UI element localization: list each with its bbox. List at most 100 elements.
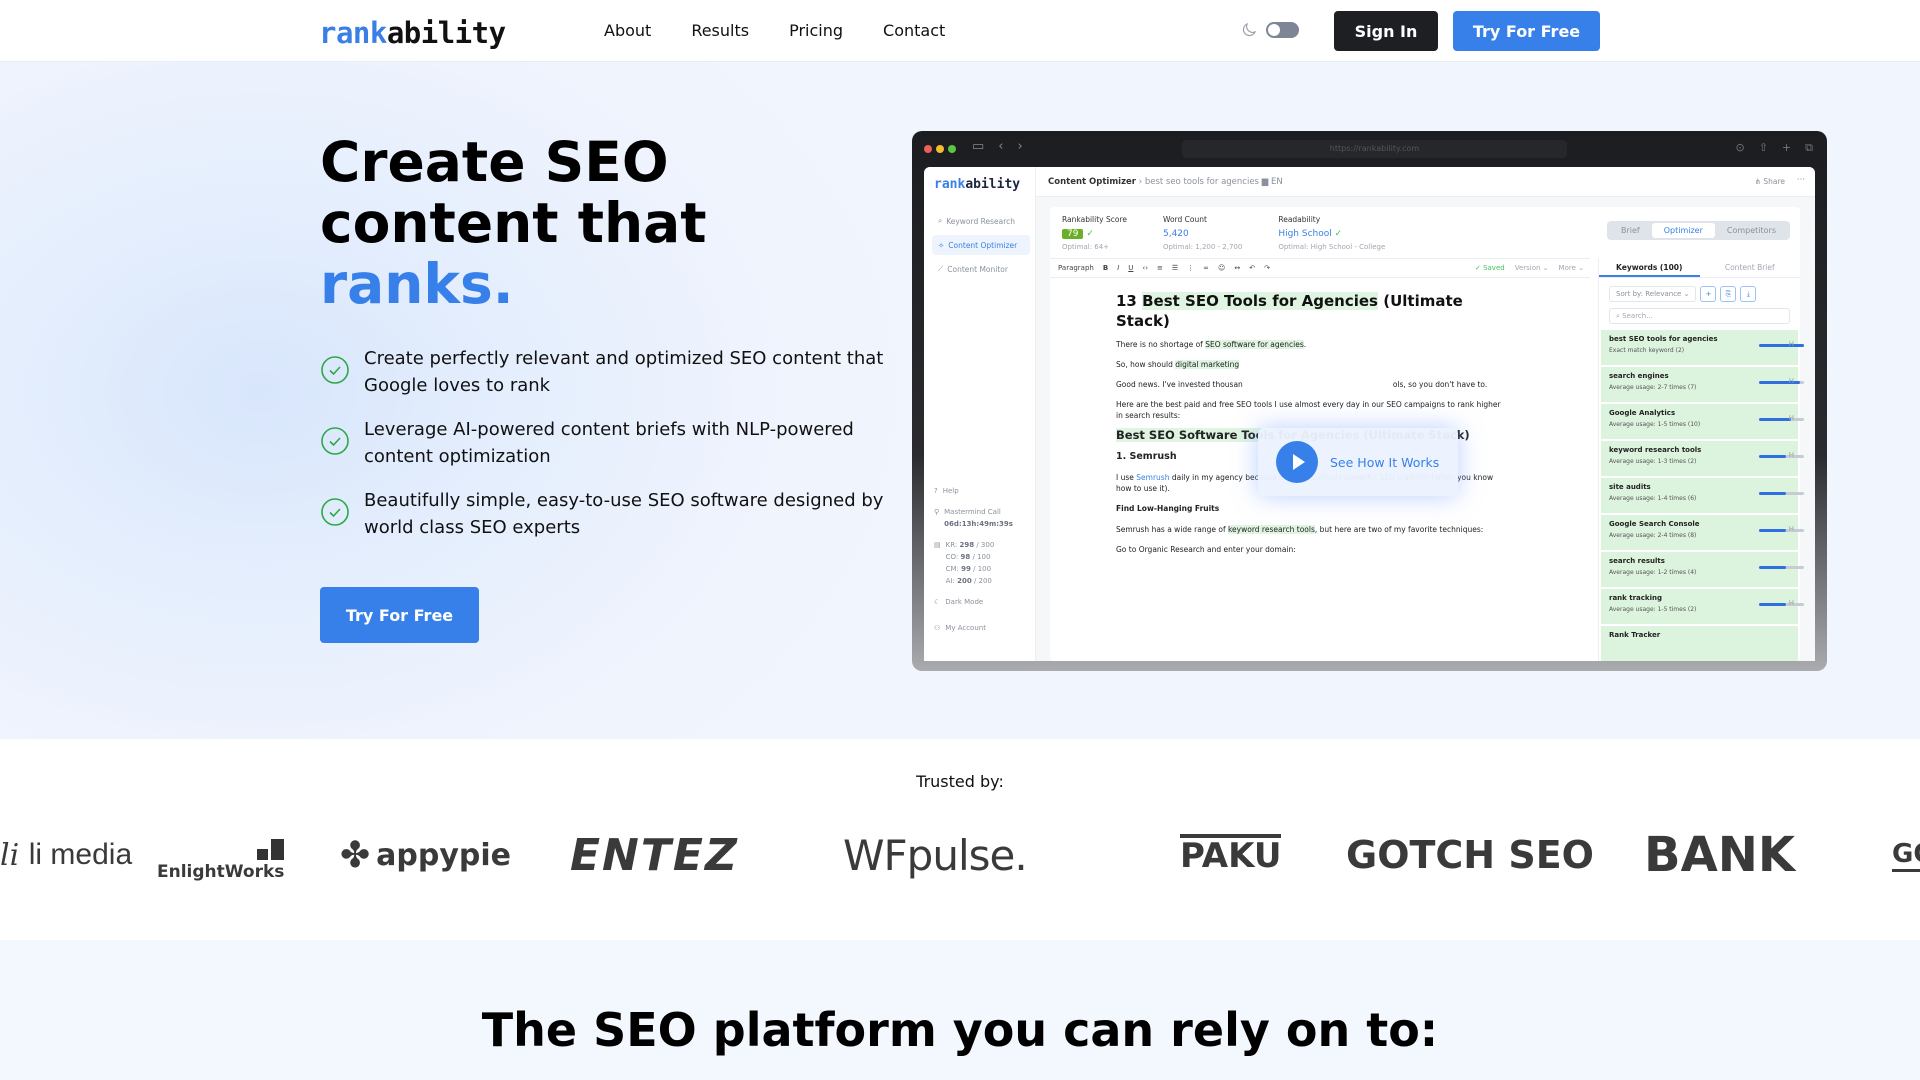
metric-label: Readability [1278,215,1321,224]
credit-used: 298 [959,541,975,549]
chart-icon: ⟋ [938,264,944,273]
metric-score: Rankability Score 79 ✓ Optimal: 64+ [1062,215,1127,251]
mock-keyword-panel: Keywords (100) Content Brief Sort by: Re… [1598,258,1804,661]
mock-sidebar-bottom: ? Help ⚲ Mastermind Call 06d:13h:49m:39s ▤ … [934,485,1013,643]
sidebar-icon: ▭ [972,139,985,154]
link-icon: ∞ [1203,264,1210,272]
mock-mode-segments: Brief Optimizer Competitors [1606,221,1790,240]
metric-optimal: Optimal: 1,200 - 2,700 [1162,243,1243,251]
doc-paragraph: Good news. I've invested thousan ols, so … [1116,379,1506,390]
keyword-usage-fill [1759,492,1786,495]
metric-label: Rankability Score [1062,215,1127,224]
mock-help: ? Help [934,485,1013,497]
panel-controls: Sort by: Relevance ⌄ + ⎘ ⤓ [1599,278,1800,306]
nav-links: About Results Pricing Contact [604,21,945,40]
doc-text: Semrush has a wide range of [1116,525,1228,534]
doc-text: I use [1116,473,1137,482]
doc-highlight: digital marketing [1175,360,1240,369]
logo-appypie: ✤ appypie [340,820,511,890]
mock-sidebar: rankability ⌕ Keyword Research ✧ Content O… [924,167,1036,661]
credit-row: CO: 98 / 100 [946,553,991,561]
check-circle-icon [321,498,349,526]
try-for-free-hero-button[interactable]: Try For Free [320,587,479,643]
mock-dark-mode-label: Dark Mode [945,598,984,606]
feature-item: Leverage AI-powered content briefs with … [320,416,900,470]
keyword-heading-flag: H [1788,414,1794,422]
trusted-by-label: Trusted by: [916,772,1004,791]
check-circle-icon [321,356,349,384]
play-icon[interactable] [1276,441,1318,483]
credit-used: 200 [957,577,972,585]
hero-title-line1: Create SEO [320,130,669,194]
nav-link-results[interactable]: Results [691,21,749,40]
keyword-row: best SEO tools for agencies Exact match k… [1601,330,1804,365]
logo-li-media: li li media [0,837,133,873]
new-tab-icon: + [1781,141,1792,154]
doc-paragraph: Semrush has a wide range of keyword rese… [1116,524,1506,535]
hero-title-line2: content that [320,191,707,255]
platform-section: The SEO platform you can rely on to: [0,940,1920,1080]
doc-text: , but here are two of my favorite techni… [1314,525,1484,534]
see-how-it-works-label[interactable]: See How It Works [1330,455,1439,470]
keyword-heading-flag: H [1788,340,1794,348]
copy-icon: ⎘ [1720,286,1737,302]
mock-share-label: Share [1763,177,1785,186]
try-for-free-nav-button[interactable]: Try For Free [1453,11,1600,51]
logo-text: appypie [376,837,512,873]
doc-title-highlight: Best SEO Tools for Agencies [1142,292,1378,310]
keyword-usage-bar [1759,455,1804,458]
dark-mode-switch[interactable] [1266,22,1299,38]
keyword-term: rank tracking [1609,594,1662,602]
mock-metrics: Rankability Score 79 ✓ Optimal: 64+ Word… [1062,215,1385,251]
more-icon: ··· [1796,175,1805,185]
keyword-usage-fill [1759,344,1804,347]
doc-text: ols, so you don't have to. [1392,380,1488,389]
add-icon: + [1700,286,1717,302]
keyword-usage: Average usage: 2-7 times (7) [1609,384,1697,391]
keyword-term: best SEO tools for agencies [1609,335,1718,343]
keyword-usage-fill [1759,455,1786,458]
sign-in-button[interactable]: Sign In [1334,11,1438,51]
maximize-dot-icon [948,145,956,153]
mock-lang: EN [1270,177,1283,187]
metric-value: High School [1278,229,1332,239]
mock-dark-mode: ☾ Dark Mode [934,596,1013,608]
doc-text: Good news. I've invested thousan [1116,380,1243,389]
doc-paragraph: So, how should digital marketing [1116,359,1506,370]
nav-link-pricing[interactable]: Pricing [789,21,843,40]
segment-optimizer: Optimizer [1651,223,1715,238]
nav-link-contact[interactable]: Contact [883,21,945,40]
platform-section-title: The SEO platform you can rely on to: [481,1003,1439,1057]
metric-value: 79 [1062,229,1084,239]
feature-text: Create perfectly relevant and optimized … [364,348,884,396]
hero-title: Create SEO content that ranks. [320,132,707,315]
logo-text-ability: ability [386,16,506,50]
mock-countdown: 06d:13h:49m:39s [944,520,1013,528]
metric-readability: Readability High School ✓ Optimal: High … [1278,215,1385,251]
keyword-usage-bar [1759,529,1804,532]
doc-text: So, how should [1116,360,1176,369]
segment-competitors: Competitors [1726,226,1776,235]
tab-content-brief: Content Brief [1724,263,1775,272]
keyword-row: Google Analytics Average usage: 1-5 times… [1601,404,1804,439]
doc-highlight: Best SEO Software Tools [1116,428,1275,442]
metric-optimal: Optimal: High School - College [1278,243,1386,251]
logo-text: GOTCH SEO [1346,833,1594,877]
share-icon: ⇧ [1758,141,1768,154]
align-icon: ≡ [1157,264,1163,272]
credit-total: / 300 [976,541,995,549]
credit-total: / 100 [973,565,992,573]
logo-text: li media [28,838,133,871]
logo[interactable]: rankability [319,16,506,50]
feature-item: Beautifully simple, easy-to-use SEO soft… [320,487,900,541]
check-icon: ✓ [1086,229,1094,239]
see-how-it-works-button[interactable]: See How It Works [1258,428,1458,496]
nav-link-about[interactable]: About [604,21,651,40]
underline-icon: U [1128,264,1134,272]
tabs-icon: ⧉ [1805,141,1813,154]
theme-toggle[interactable] [1240,21,1299,39]
browser-nav-icons: ▭ ‹ › [972,139,1023,154]
download-icon: ⤓ [1740,286,1757,302]
appypie-mark-icon: ✤ [340,834,371,876]
doc-link: Semrush [1136,473,1170,482]
